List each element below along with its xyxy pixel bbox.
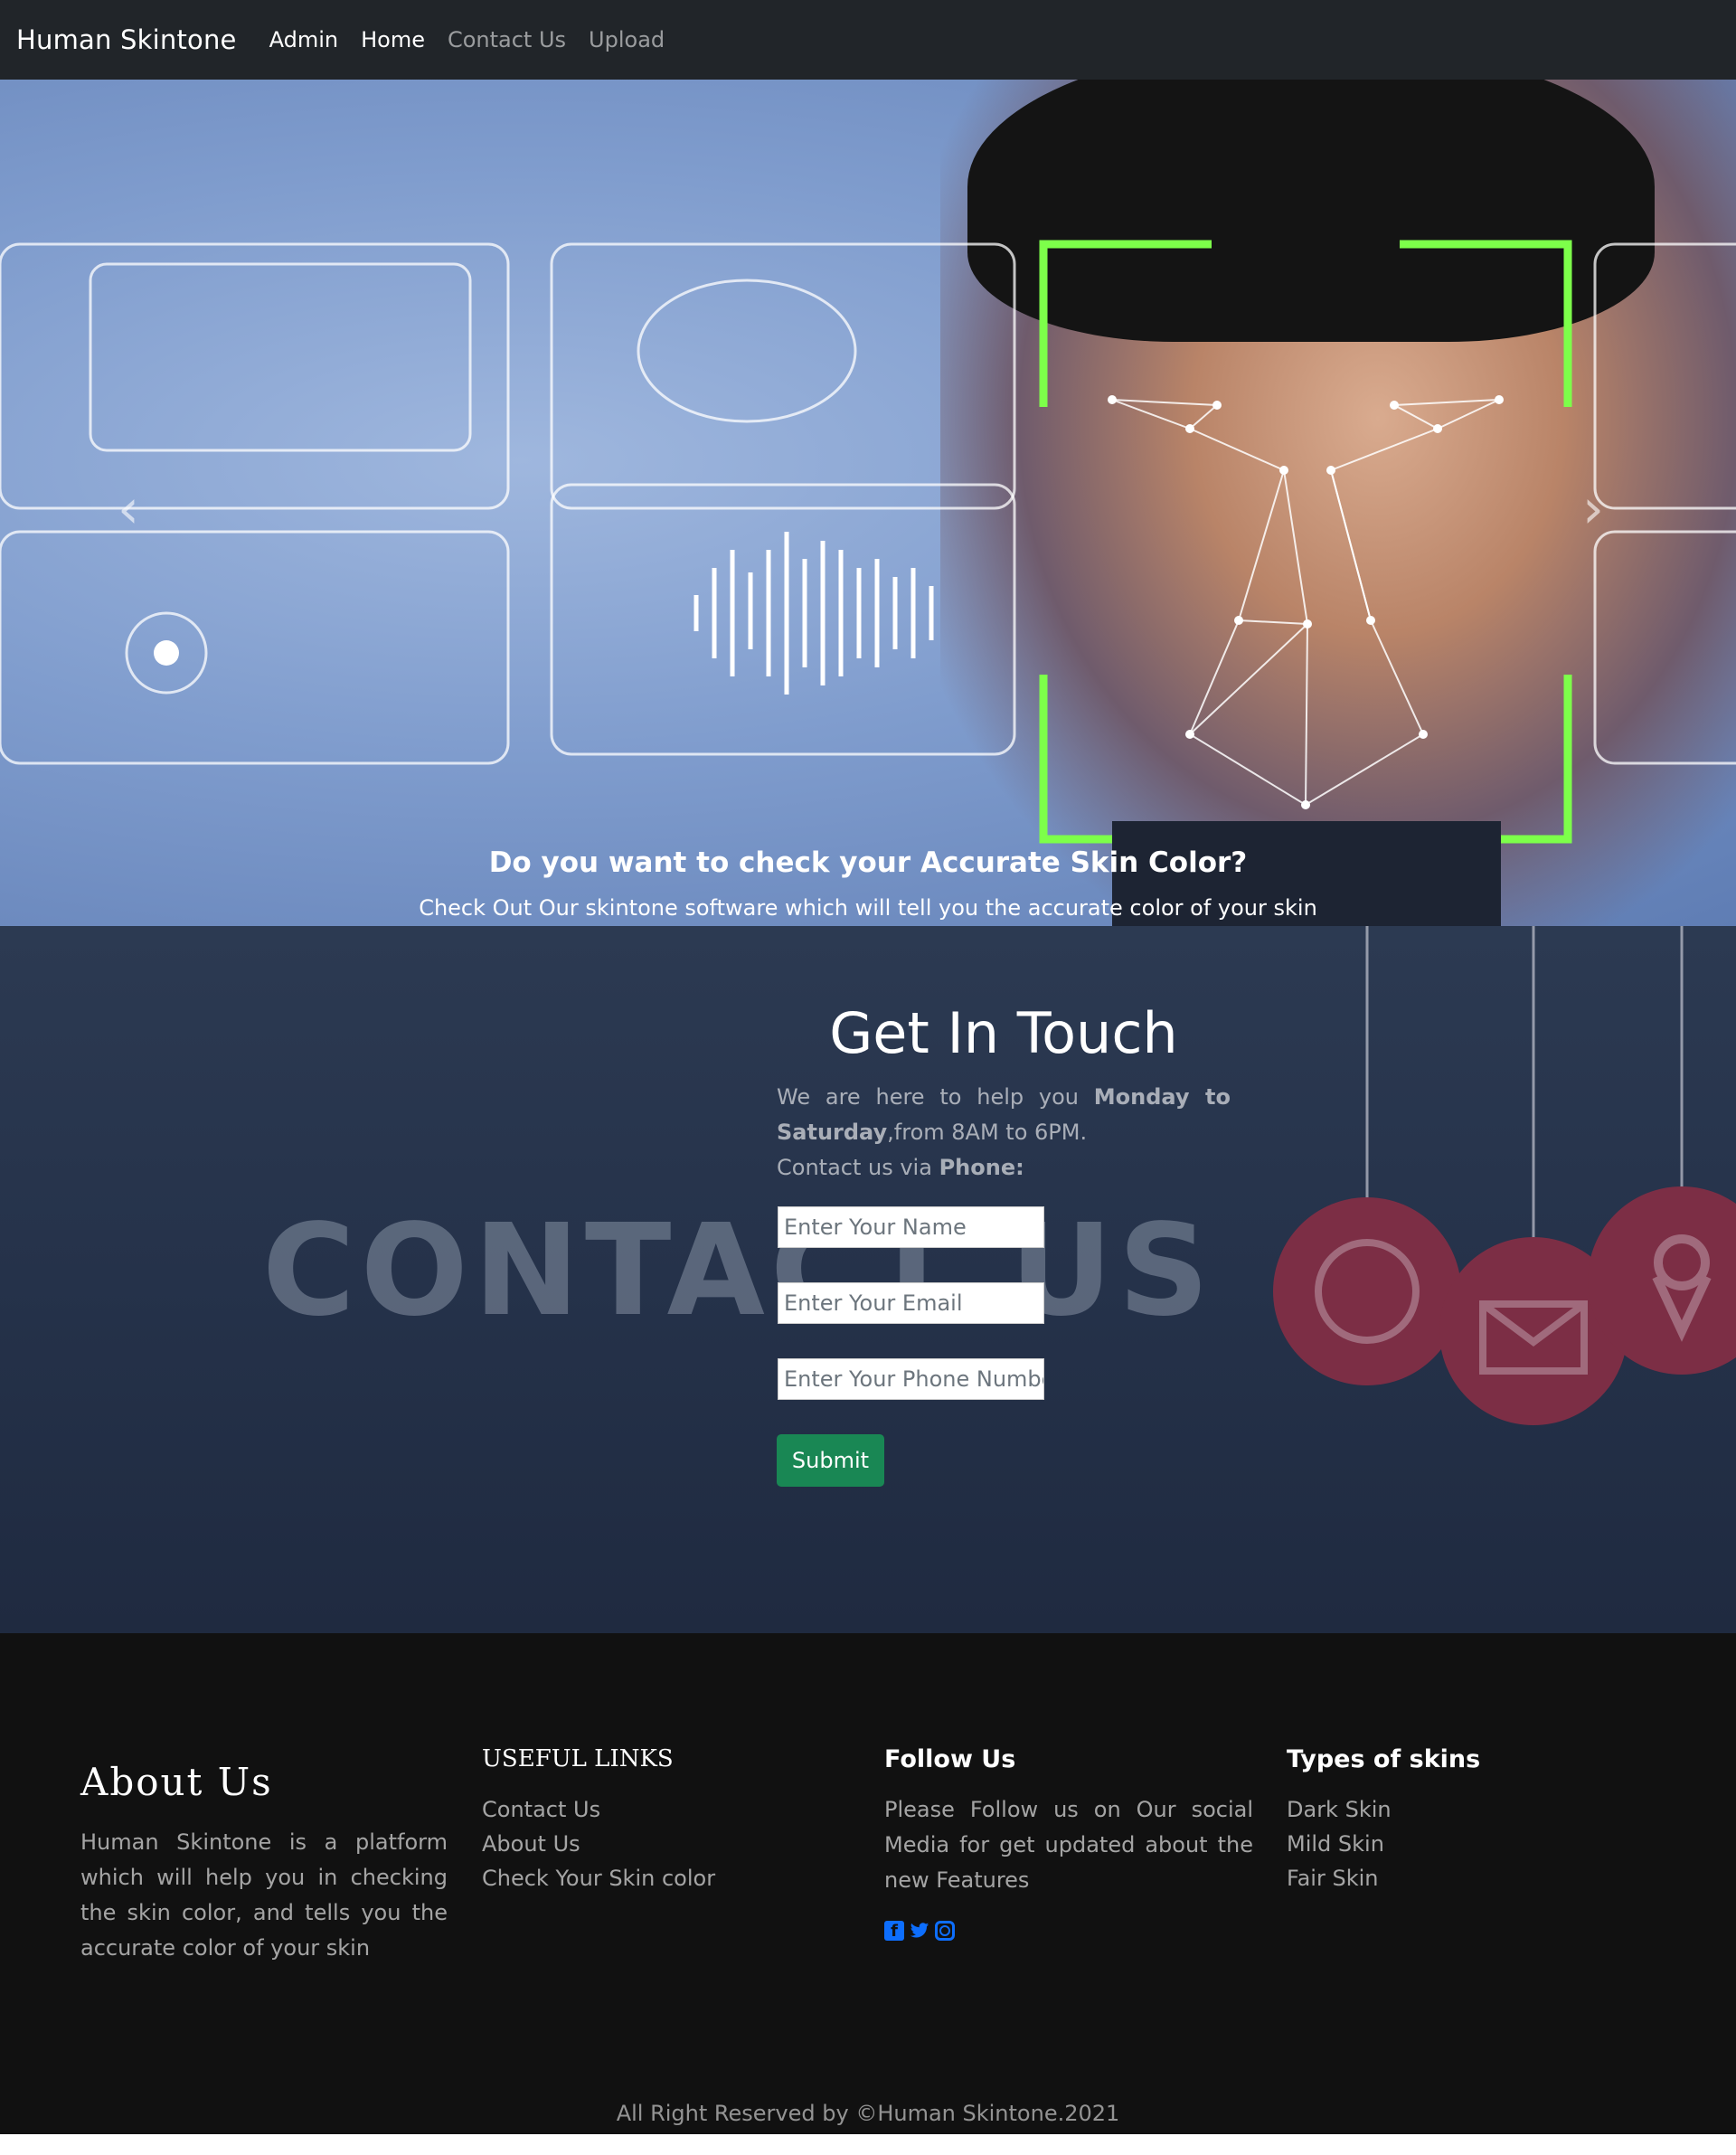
contact-days-2: Saturday [777,1120,888,1145]
instagram-icon[interactable] [935,1921,955,1941]
hero-caption-title: Do you want to check your Accurate Skin … [488,846,1248,879]
footer-link-check-skin[interactable]: Check Your Skin color [482,1861,715,1895]
skin-types-title: Types of skins [1287,1745,1481,1773]
contact-hours-prefix: We are here to help you [777,1084,1094,1110]
carousel-next-icon[interactable]: › [1582,477,1618,541]
hud-body-ring [637,279,857,423]
face-mesh [1111,399,1500,807]
page-bottom-strip [0,2134,1736,2155]
footer: About Us Human Skintone is a platform wh… [0,1633,1736,2134]
hud-gauge-center [154,640,179,666]
footer-link-contact-us[interactable]: Contact Us [482,1792,715,1827]
contact-section: CONTACT US Get In Touch We are here to h… [0,926,1736,1633]
about-text: Human Skintone is a platform which will … [80,1829,448,1961]
hud-panel-map [0,242,510,510]
contact-phone-prefix: Contact us via [777,1155,939,1180]
skin-type-mild[interactable]: Mild Skin [1287,1827,1392,1861]
hero-illustration [0,240,1736,926]
brand-logo[interactable]: Human Skintone [16,24,237,55]
footer-link-about-us[interactable]: About Us [482,1827,715,1861]
contact-phone-text: Contact us via Phone: [777,1150,1024,1186]
phone-circle [1273,1197,1461,1385]
hero-carousel: ‹ › Do you want to check your Accurate S… [0,80,1736,926]
nav-link-home[interactable]: Home [361,27,425,52]
hud-map-inner [89,262,472,452]
hud-panel-side-2 [1593,530,1736,765]
about-title: About Us [80,1760,273,1804]
skin-type-dark[interactable]: Dark Skin [1287,1792,1392,1827]
follow-us-text: Please Follow us on Our social Media for… [884,1797,1253,1893]
contact-hours-text: We are here to help you Monday to Saturd… [777,1080,1231,1150]
hud-waveform [693,532,934,695]
contact-phone-label: Phone: [939,1155,1024,1180]
contact-title: Get In Touch [829,1000,1178,1066]
submit-button[interactable]: Submit [777,1434,884,1487]
hud-panel-side [1593,242,1736,510]
hud-panel-gauge [0,530,510,765]
useful-links-list: Contact Us About Us Check Your Skin colo… [482,1792,715,1895]
carousel-prev-icon[interactable]: ‹ [118,477,154,541]
phone-input[interactable]: Enter Your Phone Number [778,1358,1044,1400]
contact-days-1: Monday to [1093,1084,1231,1110]
facebook-icon[interactable]: f [884,1921,904,1941]
skin-types-list: Dark Skin Mild Skin Fair Skin [1287,1792,1392,1895]
hero-caption-text: Check Out Our skintone software which wi… [419,895,1317,921]
copyright-text: All Right Reserved by ©Human Skintone.20… [616,2101,1120,2126]
follow-us-title: Follow Us [884,1745,1016,1773]
skin-type-fair[interactable]: Fair Skin [1287,1861,1392,1895]
navbar: Human Skintone Admin Home Contact Us Upl… [0,0,1736,80]
contact-hours-suffix: ,from 8AM to 6PM. [887,1120,1088,1145]
social-icons: f [884,1921,955,1941]
nav-link-admin[interactable]: Admin [269,27,339,52]
email-input[interactable]: Enter Your Email [778,1282,1044,1324]
twitter-icon[interactable] [910,1921,929,1941]
nav-link-contact-us[interactable]: Contact Us [448,27,566,52]
hud-panel-wave [550,483,1016,756]
nav-link-upload[interactable]: Upload [589,27,665,52]
name-input[interactable]: Enter Your Name [778,1206,1044,1248]
useful-links-title: USEFUL LINKS [482,1745,674,1772]
